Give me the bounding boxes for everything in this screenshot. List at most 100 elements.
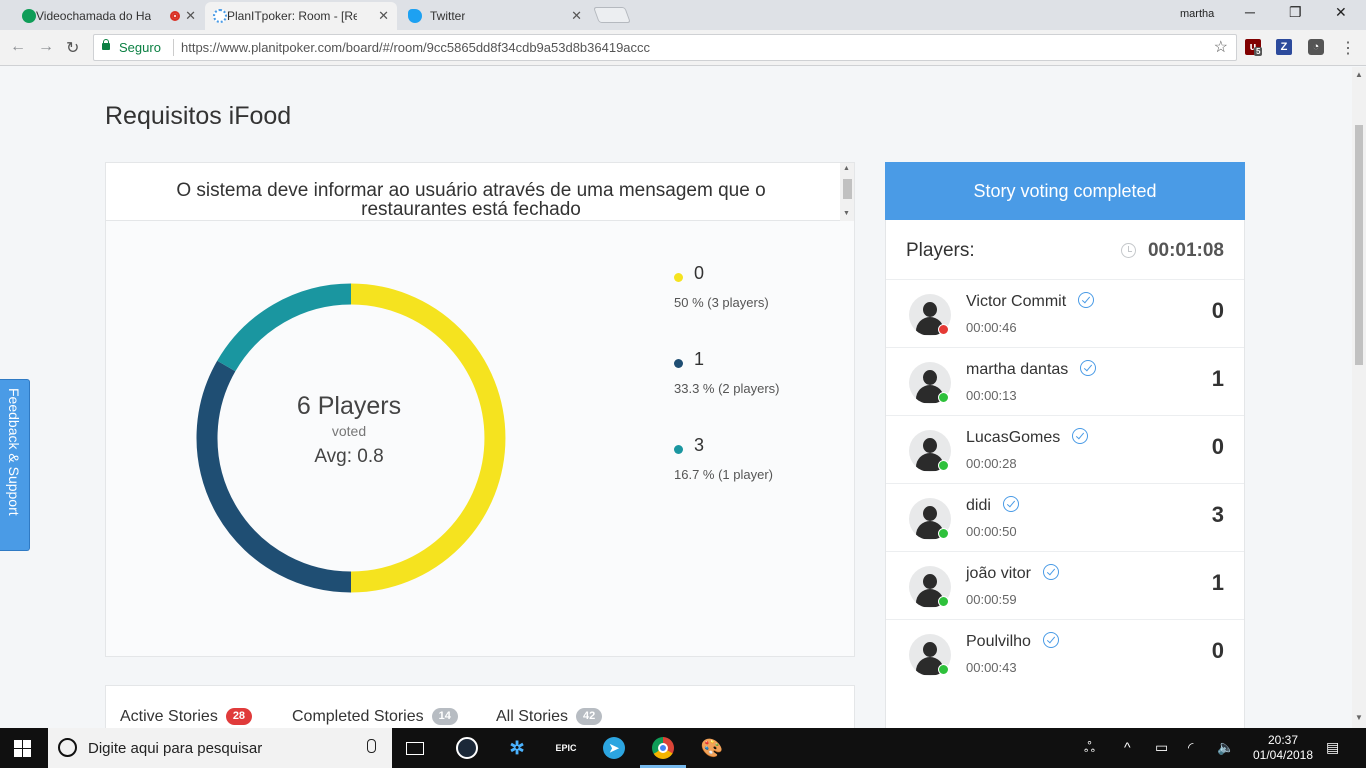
taskbar-search[interactable]: Digite aqui para pesquisar: [48, 728, 392, 768]
show-hidden-icons-icon[interactable]: ^: [1124, 739, 1131, 755]
tab-label: Completed Stories: [292, 708, 424, 725]
telegram-icon[interactable]: ➤: [601, 736, 627, 760]
status-indicator-icon: [938, 664, 949, 675]
feedback-support-button[interactable]: Feedback & Support: [0, 379, 30, 551]
player-vote: 0: [1211, 638, 1224, 663]
player-row: Poulvilho 00:00:43 0: [886, 619, 1244, 687]
close-icon[interactable]: ✕: [378, 8, 389, 24]
player-name-line: didi: [966, 496, 1019, 515]
legend-percent: 50 % (3 players): [674, 295, 769, 310]
windows-taskbar: Digite aqui para pesquisar ✲ EPIC ➤ 🎨 ஃ …: [0, 728, 1366, 768]
voted-label: voted: [331, 423, 367, 439]
player-name: martha dantas: [966, 361, 1069, 378]
zotero-extension-icon[interactable]: Z: [1276, 39, 1292, 55]
tab-completed-stories[interactable]: Completed Stories 14: [292, 708, 458, 726]
lock-icon: [102, 39, 110, 50]
back-icon[interactable]: ←: [10, 38, 26, 56]
tab-label: All Stories: [496, 708, 569, 725]
count-badge: 14: [431, 708, 458, 725]
legend-percent: 33.3 % (2 players): [674, 381, 780, 396]
bookmark-star-icon[interactable]: ☆: [1214, 37, 1228, 57]
address-bar[interactable]: Seguro https://www.planitpoker.com/board…: [93, 34, 1237, 61]
player-name-line: LucasGomes: [966, 428, 1089, 447]
paint-icon[interactable]: 🎨: [699, 736, 725, 760]
extension-badge: 5: [1254, 47, 1263, 56]
story-scrollbar[interactable]: ▲ ▼: [840, 163, 854, 221]
browser-toolbar: ← → ↻ Seguro https://www.planitpoker.com…: [0, 30, 1366, 66]
player-name: Victor Commit: [966, 293, 1067, 310]
player-vote-time: 00:00:59: [966, 592, 1017, 607]
chrome-icon[interactable]: [650, 736, 676, 760]
system-clock[interactable]: 20:37 01/04/2018: [1244, 733, 1322, 763]
close-icon[interactable]: ✕: [571, 8, 582, 24]
story-text: O sistema deve informar ao usuário atrav…: [176, 180, 766, 220]
battlenet-icon[interactable]: ✲: [504, 736, 530, 760]
new-tab-button[interactable]: [593, 7, 631, 23]
window-close-icon[interactable]: ✕: [1335, 4, 1347, 21]
steam-icon[interactable]: [454, 736, 480, 760]
player-name: Poulvilho: [966, 633, 1031, 650]
player-vote: 1: [1211, 570, 1224, 595]
scroll-down-arrow-icon[interactable]: ▼: [1355, 713, 1363, 722]
minimize-icon[interactable]: ─: [1245, 4, 1255, 20]
donut-slice-3: [217, 283, 352, 372]
story-tabs: Active Stories 28 Completed Stories 14 All…: [105, 685, 855, 728]
clock-icon: [1121, 243, 1136, 258]
legend-value: 0: [694, 263, 705, 283]
legend-value: 3: [694, 435, 705, 455]
tab-videochamada[interactable]: Videochamada do Ha ✕: [14, 2, 204, 30]
count-badge: 28: [225, 708, 253, 725]
story-results-card: O sistema deve informar ao usuário atrav…: [105, 162, 855, 657]
player-row: martha dantas 00:00:13 1: [886, 347, 1244, 415]
voted-check-icon: [1080, 360, 1097, 376]
player-name: didi: [966, 497, 991, 514]
player-name: LucasGomes: [966, 429, 1061, 446]
scroll-down-arrow-icon[interactable]: ▼: [843, 210, 850, 217]
microphone-icon[interactable]: [367, 739, 376, 753]
tab-all-stories[interactable]: All Stories 42: [496, 708, 603, 726]
player-vote-time: 00:00:43: [966, 660, 1017, 675]
status-indicator-icon: [938, 528, 949, 539]
hangouts-icon: [22, 9, 36, 23]
feedback-label: Feedback & Support: [6, 388, 22, 516]
tab-planitpoker[interactable]: PlanITpoker: Room - [Rec ✕: [205, 2, 397, 30]
wifi-icon[interactable]: ◜: [1188, 739, 1193, 756]
epic-games-icon[interactable]: EPIC: [553, 736, 579, 760]
player-vote: 0: [1211, 298, 1224, 323]
voted-check-icon: [1072, 428, 1089, 444]
legend-dot: [674, 359, 683, 368]
page-scrollbar-thumb[interactable]: [1355, 125, 1363, 365]
scroll-up-arrow-icon[interactable]: ▲: [1355, 70, 1363, 79]
url-text[interactable]: https://www.planitpoker.com/board/#/room…: [181, 40, 650, 55]
player-vote-time: 00:00:46: [966, 320, 1017, 335]
page-scrollbar[interactable]: ▲ ▼: [1352, 67, 1366, 728]
ublock-extension-icon[interactable]: u 5: [1245, 39, 1263, 56]
battery-icon[interactable]: ▭: [1155, 739, 1168, 756]
reload-icon[interactable]: ↻: [66, 38, 79, 58]
people-icon[interactable]: ஃ: [1084, 739, 1095, 758]
player-row: Victor Commit 00:00:46 0: [886, 279, 1244, 347]
cortana-icon: [58, 738, 77, 757]
voted-check-icon: [1042, 632, 1059, 648]
close-icon[interactable]: ✕: [185, 8, 196, 24]
restore-icon[interactable]: ❐: [1289, 4, 1302, 21]
chrome-menu-icon[interactable]: ⋮: [1340, 38, 1356, 58]
tab-title: Twitter: [430, 9, 466, 23]
player-vote: 0: [1211, 434, 1224, 459]
story-scrollbar-thumb[interactable]: [843, 179, 852, 199]
volume-icon[interactable]: 🔈: [1217, 739, 1234, 756]
player-name-line: joão vitor: [966, 564, 1059, 583]
average-label: Avg: 0.8: [314, 446, 384, 467]
tab-twitter[interactable]: Twitter ✕: [400, 2, 590, 30]
clock-time: 20:37: [1267, 733, 1299, 747]
scroll-up-arrow-icon[interactable]: ▲: [843, 165, 850, 172]
windows-start-icon[interactable]: [14, 740, 32, 757]
player-row: didi 00:00:50 3: [886, 483, 1244, 551]
profile-name[interactable]: martha: [1180, 8, 1214, 20]
lightbulb-extension-icon[interactable]: ◔: [1308, 39, 1324, 55]
forward-icon[interactable]: →: [38, 38, 54, 56]
player-name: joão vitor: [966, 565, 1031, 582]
action-center-icon[interactable]: ▤: [1326, 739, 1339, 756]
task-view-icon[interactable]: [402, 736, 428, 760]
tab-active-stories[interactable]: Active Stories 28: [120, 708, 253, 726]
